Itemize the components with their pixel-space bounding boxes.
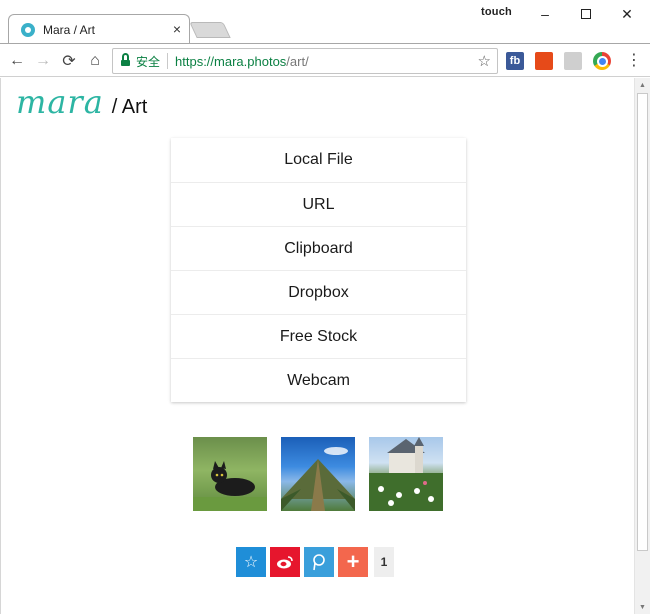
tencent-weibo-icon [313, 554, 325, 571]
sample-images [193, 437, 453, 511]
sample-image-cat[interactable] [193, 437, 267, 511]
back-button[interactable]: ← [6, 50, 28, 72]
browser-tab[interactable]: Mara / Art × [8, 14, 190, 44]
title-bar: Mara / Art × touch – ✕ [0, 0, 650, 44]
note-extension-icon[interactable] [564, 52, 582, 70]
office-extension-icon[interactable] [535, 52, 553, 70]
source-free-stock[interactable]: Free Stock [171, 314, 466, 358]
reload-button[interactable]: ⟳ [58, 50, 80, 72]
source-url[interactable]: URL [171, 182, 466, 226]
vertical-scrollbar[interactable]: ▲ ▼ [634, 78, 650, 614]
share-weibo-button[interactable] [270, 547, 300, 577]
scroll-down-icon[interactable]: ▼ [635, 600, 650, 614]
source-webcam[interactable]: Webcam [171, 358, 466, 402]
new-tab-button[interactable] [189, 22, 231, 38]
sample-image-mountain[interactable] [281, 437, 355, 511]
scroll-up-icon[interactable]: ▲ [635, 78, 650, 92]
share-tencent-button[interactable] [304, 547, 334, 577]
tab-title: Mara / Art [43, 23, 96, 37]
facebook-extension-icon[interactable]: fb [506, 52, 524, 70]
forward-button[interactable]: → [32, 50, 54, 72]
share-qzone-button[interactable]: ☆ [236, 547, 266, 577]
page-title: / Art [111, 96, 148, 118]
address-bar[interactable]: 安全 https://mara.photos/art/ ☆ [112, 48, 498, 74]
home-button[interactable]: ⌂ [84, 50, 106, 72]
scrollbar-thumb[interactable] [637, 93, 648, 551]
chrome-extension-icon[interactable] [593, 52, 611, 70]
maximize-button[interactable] [563, 0, 609, 28]
site-header: mara / Art [16, 84, 147, 124]
secure-label[interactable]: 安全 [136, 53, 160, 70]
share-count: 1 [374, 547, 394, 577]
maximize-icon [581, 9, 591, 19]
omnibox-divider [167, 53, 169, 69]
source-dropbox[interactable]: Dropbox [171, 270, 466, 314]
mara-logo[interactable]: mara [16, 84, 104, 120]
weibo-icon [277, 556, 293, 569]
share-bar: ☆ + 1 [236, 547, 394, 577]
bookmark-star-icon[interactable]: ☆ [478, 52, 491, 70]
profile-name[interactable]: touch [481, 6, 512, 18]
mara-favicon-icon [21, 23, 35, 37]
minimize-button[interactable]: – [522, 0, 568, 28]
source-clipboard[interactable]: Clipboard [171, 226, 466, 270]
lock-icon[interactable] [121, 53, 130, 66]
url-origin: https://mara.photos [175, 53, 287, 69]
share-more-button[interactable]: + [338, 547, 368, 577]
sample-image-castle[interactable] [369, 437, 443, 511]
browser-toolbar: ← → ⟳ ⌂ 安全 https://mara.photos/art/ ☆ fb… [0, 43, 650, 77]
browser-menu-button[interactable]: ⋮ [626, 52, 642, 70]
tab-close-button[interactable]: × [173, 21, 181, 37]
close-window-button[interactable]: ✕ [604, 0, 650, 28]
qzone-star-icon: ☆ [243, 554, 259, 571]
image-source-menu: Local File URL Clipboard Dropbox Free St… [171, 138, 466, 402]
source-local-file[interactable]: Local File [171, 138, 466, 182]
url-path: /art/ [286, 53, 309, 69]
